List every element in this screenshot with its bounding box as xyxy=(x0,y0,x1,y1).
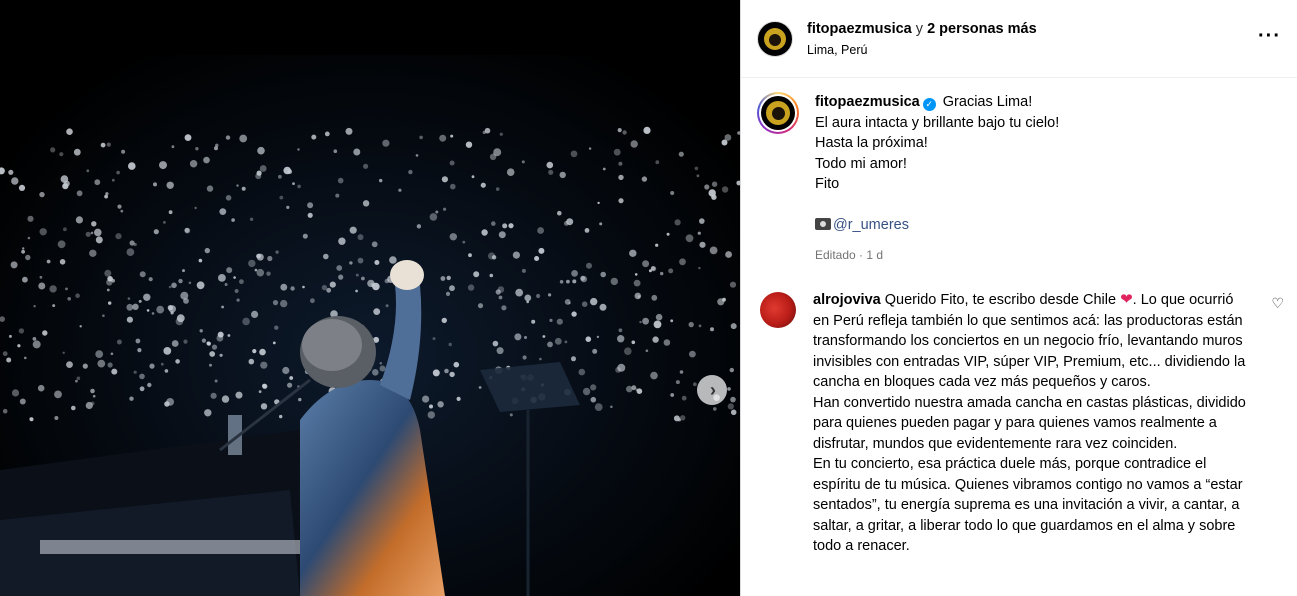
author-avatar[interactable] xyxy=(757,20,793,57)
header-authors: fitopaezmusica y 2 personas más xyxy=(807,21,1037,37)
post-meta: Editado · 1 d xyxy=(815,247,884,262)
comment-text-intro: Querido Fito, te escribo desde Chile xyxy=(884,292,1117,308)
heart-emoji-icon: ❤ xyxy=(1120,291,1133,308)
caption-line: Todo mi amor! xyxy=(815,155,907,172)
like-heart-icon[interactable]: ♡ xyxy=(1271,295,1284,312)
header-username[interactable]: fitopaezmusica xyxy=(807,21,912,37)
header-others-link[interactable]: 2 personas más xyxy=(927,21,1037,37)
concert-photo-image xyxy=(0,0,740,596)
post-side-panel: fitopaezmusica y 2 personas más Lima, Pe… xyxy=(740,0,1297,596)
next-photo-button[interactable]: › xyxy=(697,375,727,405)
post-header: fitopaezmusica y 2 personas más Lima, Pe… xyxy=(741,0,1297,78)
header-text: fitopaezmusica y 2 personas más Lima, Pe… xyxy=(807,21,1037,57)
comment-item: alrojoviva Querido Fito, te escribo desd… xyxy=(741,265,1297,557)
verified-badge-icon: ✓ xyxy=(922,98,936,111)
commenter-avatar[interactable] xyxy=(760,292,796,328)
commenter-username[interactable]: alrojoviva xyxy=(813,292,881,308)
header-conjunction: y xyxy=(915,20,924,37)
caption-line: Hasta la próxima! xyxy=(815,135,928,151)
comment-body: alrojoviva Querido Fito, te escribo desd… xyxy=(813,290,1253,557)
caption-username[interactable]: fitopaezmusica xyxy=(815,94,920,110)
chevron-right-icon: › xyxy=(710,380,716,400)
caption-author-avatar[interactable] xyxy=(757,92,799,134)
post-photo[interactable]: › xyxy=(0,0,740,596)
caption-line: Gracias Lima! xyxy=(942,94,1033,110)
post-caption: fitopaezmusica ✓ Gracias Lima! El aura in… xyxy=(741,78,1297,265)
caption-line: Fito xyxy=(815,176,840,192)
location-link[interactable]: Lima, Perú xyxy=(807,43,1037,57)
camera-icon xyxy=(815,218,831,230)
caption-line: El aura intacta y brillante bajo tu ciel… xyxy=(815,114,1060,131)
more-options-icon[interactable]: ··· xyxy=(1258,26,1281,46)
photographer-mention-link[interactable]: @r_umeres xyxy=(833,217,909,233)
comment-paragraph: En tu concierto, esa práctica duele más,… xyxy=(813,456,1243,554)
instagram-post-view: › fitopaezmusica y 2 personas más Lima, … xyxy=(0,0,1297,596)
comment-paragraph: Han convertido nuestra amada cancha en c… xyxy=(813,394,1246,452)
caption-body: fitopaezmusica ✓ Gracias Lima! El aura in… xyxy=(815,92,1059,265)
